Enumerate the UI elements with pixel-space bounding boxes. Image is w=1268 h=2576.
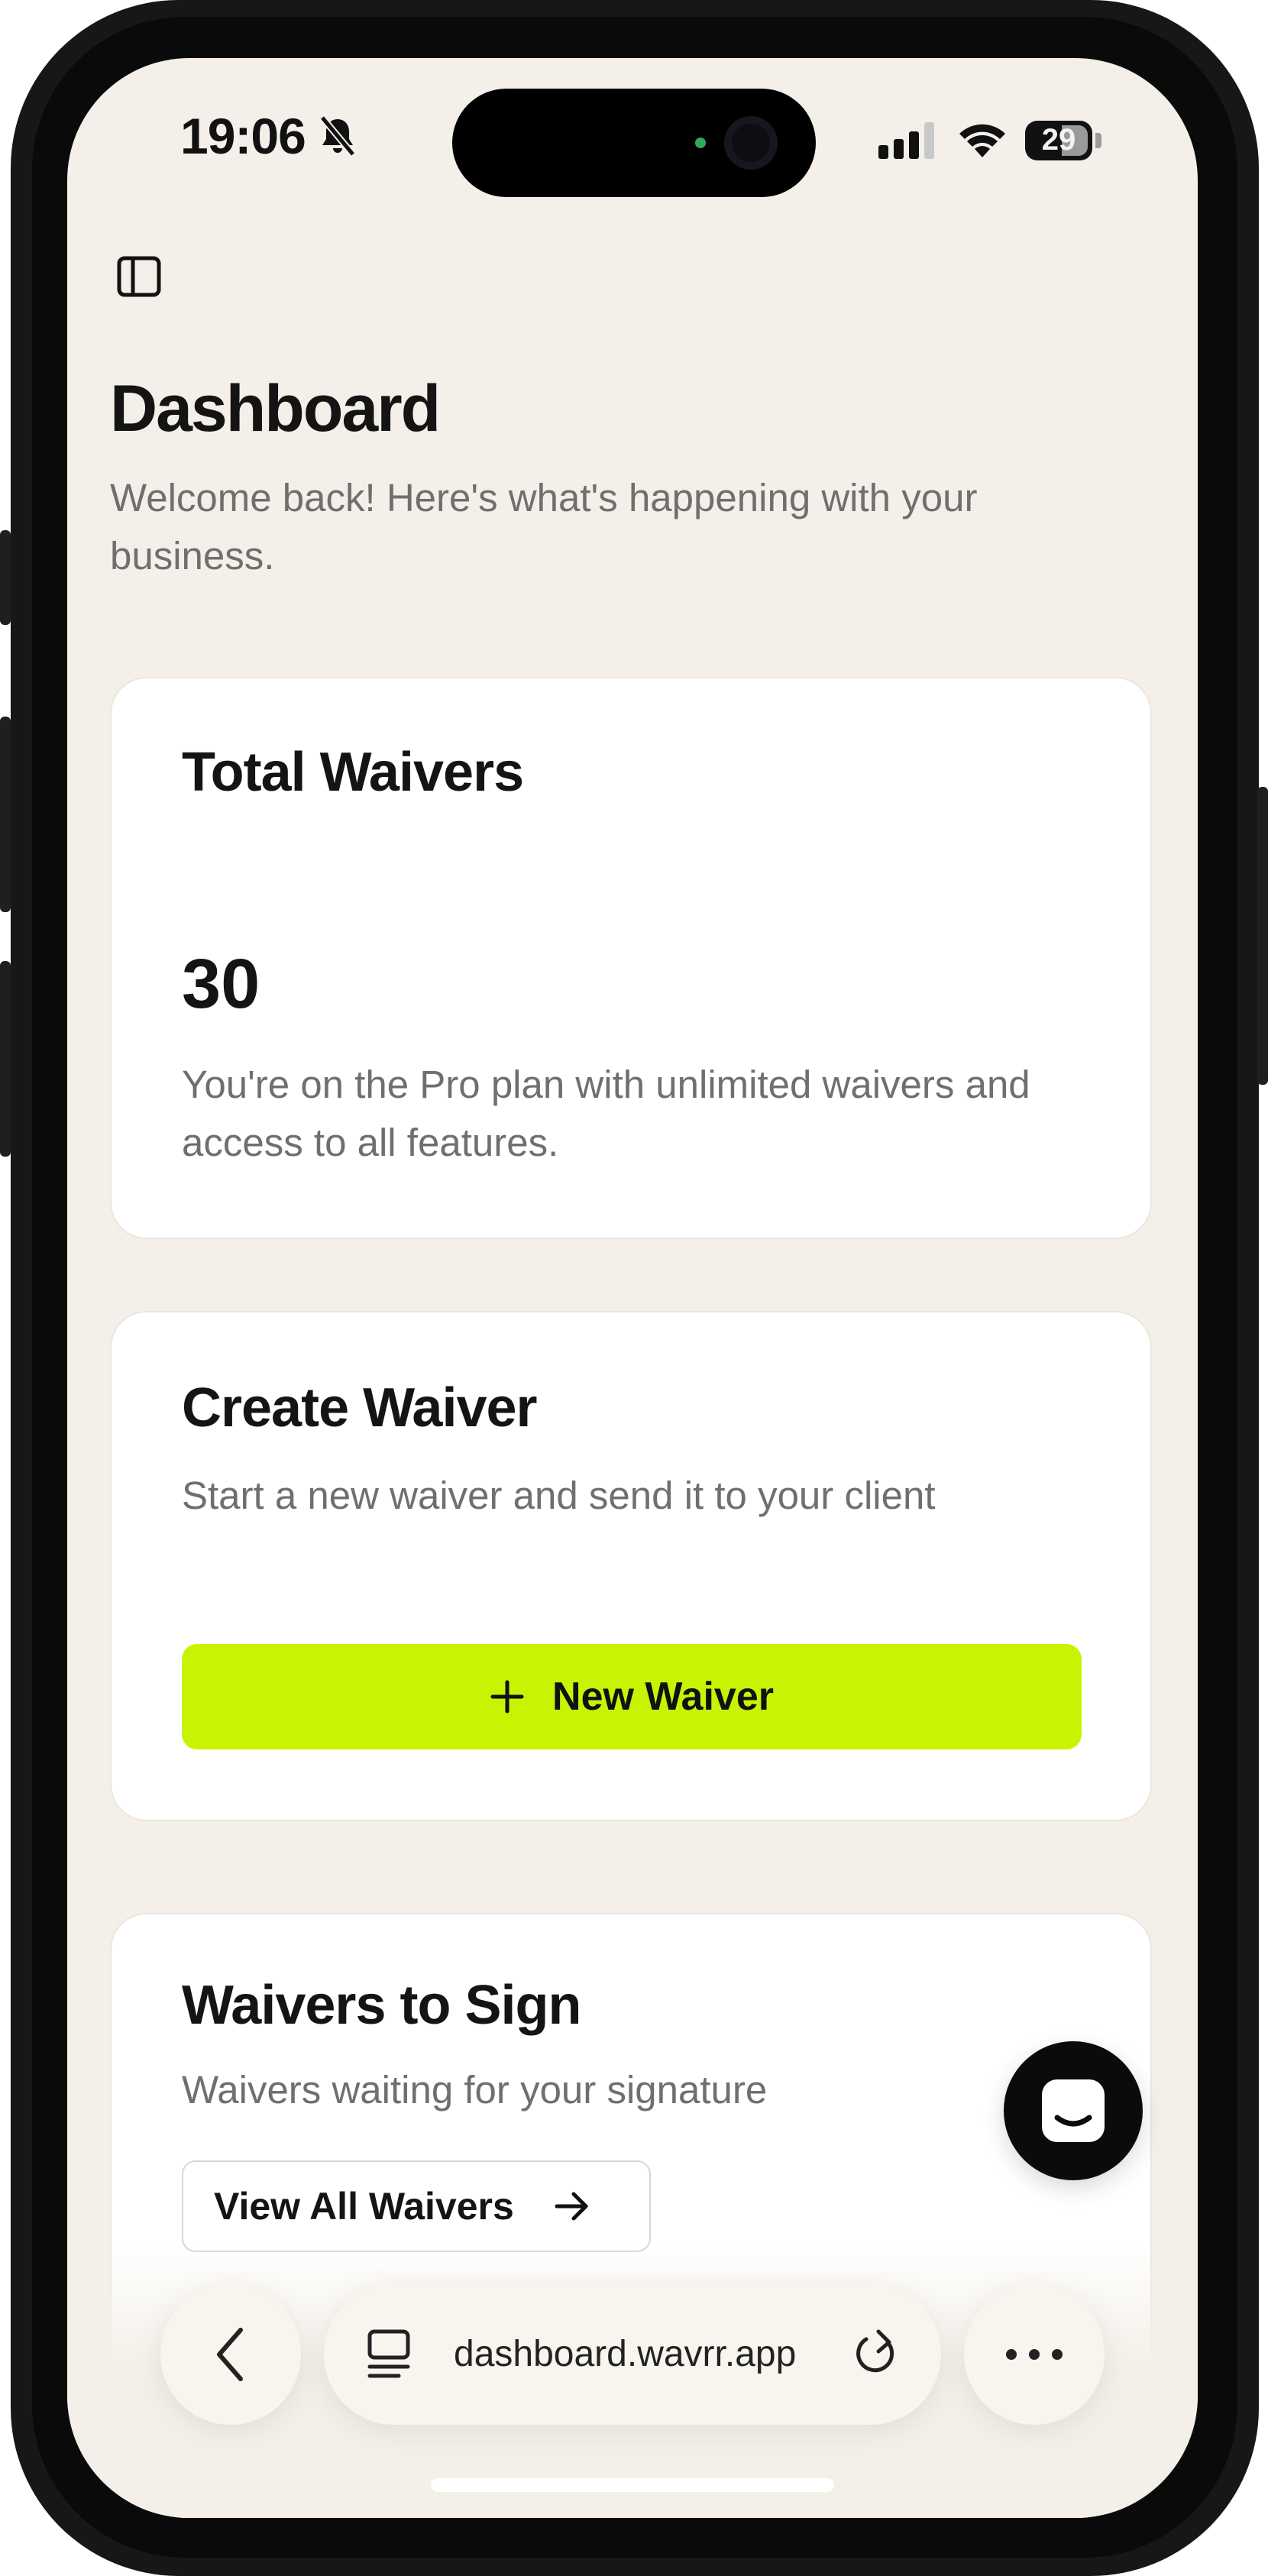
volume-down-button — [0, 961, 11, 1157]
total-waivers-card: Total Waivers 30 You're on the Pro plan … — [110, 677, 1152, 1239]
battery-cap — [1095, 133, 1101, 148]
silent-bell-icon — [319, 115, 356, 157]
wifi-icon — [959, 124, 1005, 157]
page-title: Dashboard — [110, 372, 441, 445]
tab-overview-icon[interactable] — [365, 2328, 414, 2380]
battery-icon: 29 — [1025, 121, 1092, 160]
action-button — [0, 530, 11, 625]
arrow-right-icon — [555, 2192, 588, 2221]
create-waiver-card: Create Waiver Start a new waiver and sen… — [110, 1311, 1152, 1821]
plus-icon — [490, 1680, 524, 1714]
camera-indicator — [695, 138, 706, 148]
total-waivers-title: Total Waivers — [182, 742, 524, 803]
power-button — [1257, 787, 1268, 1085]
address-bar[interactable]: dashboard.wavrr.app — [324, 2284, 941, 2425]
create-waiver-title: Create Waiver — [182, 1377, 538, 1438]
status-time: 19:06 — [180, 108, 306, 164]
view-all-waivers-label: View All Waivers — [214, 2185, 514, 2228]
chat-icon — [1042, 2079, 1105, 2142]
new-waiver-button-label: New Waiver — [552, 1675, 774, 1719]
volume-up-button — [0, 717, 11, 912]
home-indicator[interactable] — [431, 2478, 834, 2492]
url-text: dashboard.wavrr.app — [454, 2334, 797, 2374]
waivers-to-sign-description: Waivers waiting for your signature — [182, 2068, 768, 2112]
reload-icon[interactable] — [851, 2327, 901, 2380]
create-waiver-description: Start a new waiver and send it to your c… — [182, 1474, 936, 1517]
cellular-signal-icon — [878, 122, 934, 159]
total-waivers-count: 30 — [182, 945, 260, 1023]
dynamic-island — [452, 89, 816, 197]
page-subtitle: Welcome back! Here's what's happening wi… — [110, 476, 978, 578]
back-button[interactable] — [160, 2284, 301, 2425]
view-all-waivers-button[interactable]: View All Waivers — [182, 2160, 651, 2252]
battery-percentage: 29 — [1041, 123, 1076, 157]
plan-description: You're on the Pro plan with unlimited wa… — [182, 1063, 1030, 1164]
new-waiver-button[interactable]: New Waiver — [182, 1644, 1082, 1749]
waivers-to-sign-title: Waivers to Sign — [182, 1975, 581, 2036]
phone-screen: 19:06 29 Dashboard Welcome back! Here's … — [67, 58, 1198, 2518]
more-button[interactable] — [964, 2284, 1105, 2425]
sidebar-toggle-icon[interactable] — [115, 252, 163, 301]
chat-button[interactable] — [1004, 2041, 1143, 2180]
chevron-left-icon — [217, 2328, 243, 2381]
more-icon — [1006, 2349, 1063, 2360]
front-camera — [724, 116, 778, 170]
